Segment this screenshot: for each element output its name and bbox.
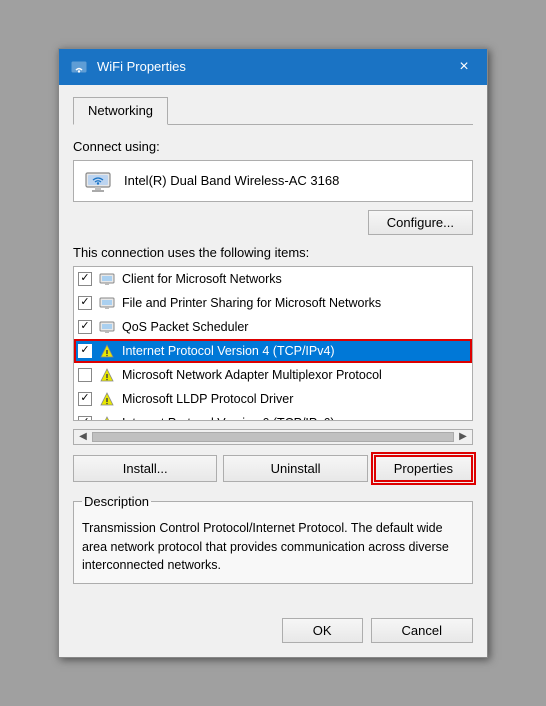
item6-label: Microsoft LLDP Protocol Driver xyxy=(122,392,293,406)
wifi-icon xyxy=(69,57,89,77)
tab-networking[interactable]: Networking xyxy=(73,97,168,125)
checkbox-item5[interactable] xyxy=(78,368,92,382)
checkbox-item1[interactable] xyxy=(78,272,92,286)
dialog-body: Networking Connect using: Intel(R) Dual … xyxy=(59,85,487,612)
ok-button[interactable]: OK xyxy=(282,618,363,643)
horizontal-scrollbar[interactable]: ◀ ▶ xyxy=(73,429,473,445)
action-buttons: Install... Uninstall Properties xyxy=(73,455,473,482)
scroll-thumb[interactable] xyxy=(92,432,454,442)
checkbox-item3[interactable] xyxy=(78,320,92,334)
description-legend: Description xyxy=(82,494,151,509)
list-item[interactable]: QoS Packet Scheduler xyxy=(74,315,472,339)
item1-label: Client for Microsoft Networks xyxy=(122,272,282,286)
checkbox-item6[interactable] xyxy=(78,392,92,406)
list-item[interactable]: Internet Protocol Version 6 (TCP/IPv6) xyxy=(74,411,472,421)
network-icon-6 xyxy=(98,390,116,408)
network-icon-1 xyxy=(98,270,116,288)
checkbox-item7[interactable] xyxy=(78,416,92,421)
uninstall-button[interactable]: Uninstall xyxy=(223,455,367,482)
window-title: WiFi Properties xyxy=(97,59,451,74)
title-bar: WiFi Properties × xyxy=(59,49,487,85)
adapter-icon xyxy=(82,167,114,195)
network-icon-7 xyxy=(98,414,116,421)
scroll-right-arrow[interactable]: ▶ xyxy=(456,430,470,444)
checkbox-item4[interactable] xyxy=(78,344,92,358)
close-button[interactable]: × xyxy=(451,54,477,80)
item3-label: QoS Packet Scheduler xyxy=(122,320,248,334)
dialog-footer: OK Cancel xyxy=(59,612,487,657)
list-item[interactable]: File and Printer Sharing for Microsoft N… xyxy=(74,291,472,315)
list-item[interactable]: Microsoft LLDP Protocol Driver xyxy=(74,387,472,411)
checkbox-item2[interactable] xyxy=(78,296,92,310)
description-text: Transmission Control Protocol/Internet P… xyxy=(82,519,464,575)
list-item-selected[interactable]: Internet Protocol Version 4 (TCP/IPv4) xyxy=(74,339,472,363)
items-list[interactable]: Client for Microsoft Networks File and P… xyxy=(73,266,473,421)
item4-label: Internet Protocol Version 4 (TCP/IPv4) xyxy=(122,344,335,358)
wifi-properties-dialog: WiFi Properties × Networking Connect usi… xyxy=(58,48,488,658)
tab-bar: Networking xyxy=(73,97,473,125)
configure-button[interactable]: Configure... xyxy=(368,210,473,235)
items-label: This connection uses the following items… xyxy=(73,245,473,260)
item5-label: Microsoft Network Adapter Multiplexor Pr… xyxy=(122,368,382,382)
item7-label: Internet Protocol Version 6 (TCP/IPv6) xyxy=(122,416,335,421)
item2-label: File and Printer Sharing for Microsoft N… xyxy=(122,296,381,310)
connect-using-label: Connect using: xyxy=(73,139,473,154)
description-group: Description Transmission Control Protoco… xyxy=(73,494,473,584)
list-item[interactable]: Client for Microsoft Networks xyxy=(74,267,472,291)
configure-row: Configure... xyxy=(73,210,473,235)
properties-button[interactable]: Properties xyxy=(374,455,473,482)
adapter-name: Intel(R) Dual Band Wireless-AC 3168 xyxy=(124,173,339,188)
network-icon-4 xyxy=(98,342,116,360)
network-icon-3 xyxy=(98,318,116,336)
list-item[interactable]: Microsoft Network Adapter Multiplexor Pr… xyxy=(74,363,472,387)
network-icon-5 xyxy=(98,366,116,384)
network-icon-2 xyxy=(98,294,116,312)
scroll-left-arrow[interactable]: ◀ xyxy=(76,430,90,444)
install-button[interactable]: Install... xyxy=(73,455,217,482)
adapter-row: Intel(R) Dual Band Wireless-AC 3168 xyxy=(73,160,473,202)
cancel-button[interactable]: Cancel xyxy=(371,618,473,643)
